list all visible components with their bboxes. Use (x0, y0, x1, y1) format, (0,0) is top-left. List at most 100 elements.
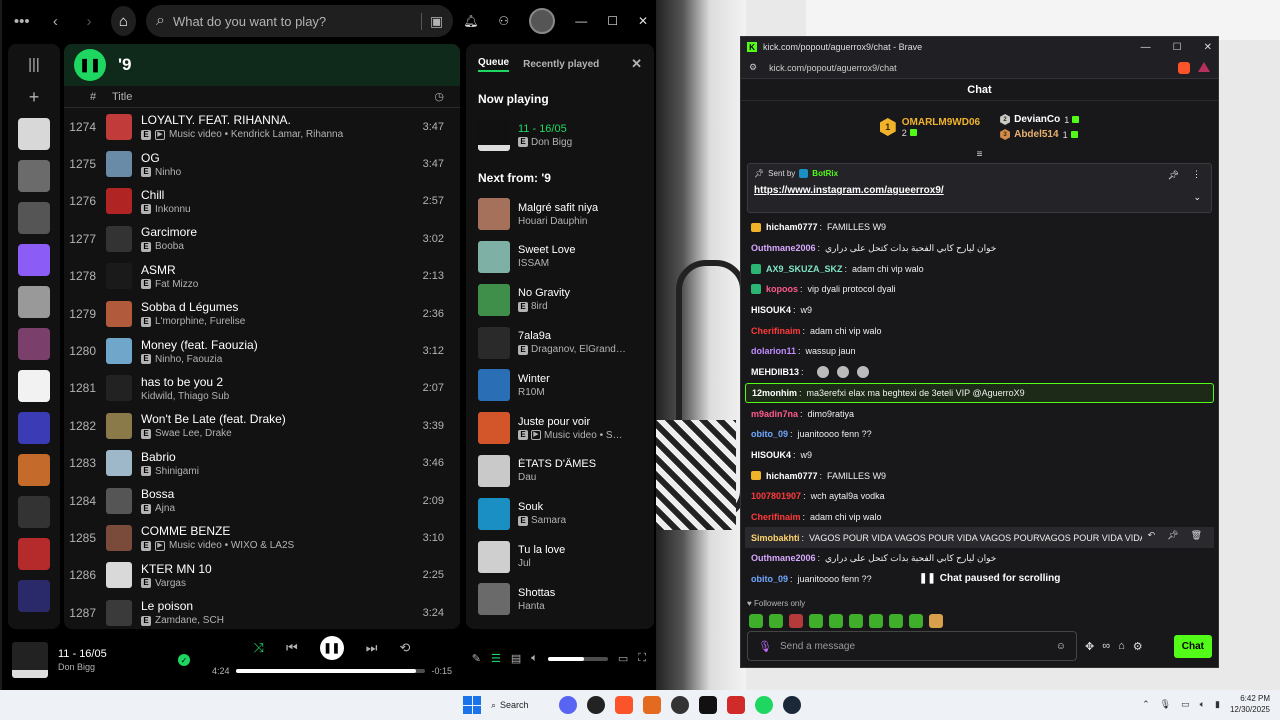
collapse-leaderboard-icon[interactable]: ≡ (741, 149, 1218, 161)
track-title[interactable]: LOYALTY. FEAT. RIHANNA. (141, 113, 404, 127)
tab-recently-played[interactable]: Recently played (523, 59, 599, 70)
reply-icon[interactable]: ↶ (1148, 530, 1156, 541)
chat-username[interactable]: kopoos (766, 284, 798, 294)
now-playing-item[interactable]: 11 - 16/05 E Don Bigg (478, 114, 642, 157)
track-artists[interactable]: Vargas (155, 578, 186, 589)
chat-message[interactable]: HISOUK4: w9 (751, 300, 1208, 321)
chat-message[interactable]: 1007801907: wch aytal9a vodka (751, 486, 1208, 507)
track-row[interactable]: 1282 Won't Be Late (feat. Drake) E Swae Lee… (64, 407, 460, 444)
home-icon[interactable]: ⌂ (110, 6, 136, 36)
player-album-art[interactable] (12, 642, 48, 678)
microphone-icon[interactable]: 🎙︎ (758, 640, 772, 653)
maximize-icon[interactable]: ☐ (607, 14, 618, 28)
track-row[interactable]: 1280 Money (feat. Faouzia) E Ninho, Faouzia… (64, 332, 460, 369)
pin-message-icon[interactable]: 📌︎ (1167, 530, 1178, 541)
emote-icon[interactable] (909, 614, 923, 628)
track-artists[interactable]: Shinigami (155, 466, 199, 477)
library-item[interactable] (18, 118, 50, 150)
app-icon[interactable] (643, 696, 661, 714)
library-icon[interactable]: ||| (8, 56, 60, 73)
chat-username[interactable]: MEHDIIB13 (751, 367, 799, 377)
capcut-icon[interactable] (699, 696, 717, 714)
track-row[interactable]: 1276 Chill E Inkonnu 2:57 (64, 183, 460, 220)
track-artists[interactable]: Swae Lee, Drake (155, 428, 232, 439)
send-chat-button[interactable]: Chat (1173, 634, 1212, 658)
maximize-icon[interactable]: ☐ (1173, 42, 1182, 53)
more-icon[interactable]: ••• (10, 7, 34, 35)
shuffle-icon[interactable]: ⤨ (254, 640, 264, 656)
chat-username[interactable]: 12monhim (752, 388, 797, 398)
progress-bar[interactable] (235, 669, 426, 673)
search-bar[interactable]: ⌕ ▣ (145, 5, 454, 37)
clock[interactable]: 6:42 PM 12/30/2025 (1230, 693, 1270, 715)
pinned-sender[interactable]: BotRix (812, 169, 838, 178)
browse-icon[interactable]: ▣ (420, 12, 443, 30)
queue-item[interactable]: Sweet Love ISSAM (478, 236, 642, 279)
track-artists[interactable]: Music video • Kendrick Lamar, Rihanna (169, 129, 343, 140)
queue-item[interactable]: Juste pour voir E ▶ Music video • S… (478, 407, 642, 450)
track-row[interactable]: 1274 LOYALTY. FEAT. RIHANNA. E ▶ Music video… (64, 108, 460, 145)
track-row[interactable]: 1277 Garcimore E Booba 3:02 (64, 220, 460, 257)
track-artists[interactable]: Kidwild, Thiago Sub (141, 391, 229, 402)
chat-message[interactable]: AX9_SKUZA_SKZ: adam chi vip walo (751, 258, 1208, 279)
microphone-icon[interactable]: 🎙︎ (1160, 699, 1171, 710)
brave-rewards-icon[interactable] (1198, 61, 1210, 72)
track-title[interactable]: OG (141, 151, 404, 165)
library-item[interactable] (18, 202, 50, 234)
delete-icon[interactable]: 🗑︎ (1191, 530, 1202, 541)
chat-message[interactable]: dolarion11: wassup jaun (751, 341, 1208, 362)
track-artists[interactable]: Booba (155, 241, 184, 252)
back-icon[interactable]: ‹ (44, 7, 68, 35)
leaderboard-first[interactable]: 1 OMARLM9WD06 2 (879, 117, 980, 138)
pinned-link[interactable]: https://www.instagram.com/agueerrox9/ (754, 185, 1205, 196)
library-item[interactable] (18, 286, 50, 318)
chat-username[interactable]: HISOUK4 (751, 305, 791, 315)
steam-icon[interactable] (783, 696, 801, 714)
friends-icon[interactable]: ⚇ (498, 14, 509, 28)
search-input[interactable] (172, 13, 413, 29)
emote-icon[interactable] (789, 614, 803, 628)
track-title[interactable]: Money (feat. Faouzia) (141, 338, 404, 352)
bell-icon[interactable]: 🔔︎ (463, 14, 478, 28)
emoji-icon[interactable]: ☺ (1056, 641, 1066, 652)
chat-username[interactable]: Cherifinaim (751, 326, 801, 336)
fullscreen-icon[interactable]: ⛶ (638, 652, 646, 665)
kicks-icon[interactable]: ✥ (1085, 640, 1094, 653)
chevron-up-icon[interactable]: ⌃ (1142, 699, 1150, 710)
chat-username[interactable]: 1007801907 (751, 491, 801, 501)
library-item[interactable] (18, 412, 50, 444)
chat-message[interactable]: m9adin7na: dimo9ratiya (751, 403, 1208, 424)
close-queue-icon[interactable]: ✕ (631, 56, 642, 72)
track-title[interactable]: Babrio (141, 450, 404, 464)
emote-icon[interactable] (749, 614, 763, 628)
emote-icon[interactable] (929, 614, 943, 628)
track-row[interactable]: 1286 KTER MN 10 E Vargas 2:25 (64, 557, 460, 594)
player-track-artist[interactable]: Don Bigg (58, 662, 178, 672)
chat-username[interactable]: AX9_SKUZA_SKZ (766, 264, 843, 274)
emote-icon[interactable] (849, 614, 863, 628)
emote-icon[interactable] (889, 614, 903, 628)
track-title[interactable]: Chill (141, 188, 404, 202)
emote-icon[interactable] (829, 614, 843, 628)
chat-message[interactable]: 12monhim: ma3erefxi elax ma beghtexi de 3… (745, 382, 1214, 404)
track-artists[interactable]: Ninho (155, 167, 181, 178)
chat-username[interactable]: HISOUK4 (751, 450, 791, 460)
chat-username[interactable]: obito_09 (751, 574, 788, 584)
library-item[interactable] (18, 580, 50, 612)
chat-username[interactable]: dolarion11 (751, 346, 796, 356)
queue-item[interactable]: Malgré safit niya Houari Dauphin (478, 193, 642, 236)
leaderboard-second[interactable]: 2 DevianCo 1 (1000, 114, 1080, 125)
network-icon[interactable]: ▭ (1181, 699, 1190, 710)
chat-message[interactable]: MEHDIIB13: (751, 362, 1208, 383)
library-item[interactable] (18, 244, 50, 276)
track-row[interactable]: 1285 COMME BENZE E ▶ Music video • WIXO & LA… (64, 519, 460, 556)
library-item[interactable] (18, 496, 50, 528)
track-artists[interactable]: Inkonnu (155, 204, 191, 215)
queue-icon[interactable]: ☰ (491, 652, 501, 665)
chat-message[interactable]: Cherifinaim: adam chi vip walo (751, 320, 1208, 341)
queue-item[interactable]: Souk E Samara (478, 492, 642, 535)
chat-message[interactable]: obito_09: juanitoooo fenn ?? (751, 424, 1208, 445)
queue-item[interactable]: Shottas Hanta (478, 578, 642, 621)
chat-message[interactable]: kopoos: vip dyali protocol dyali (751, 279, 1208, 300)
track-title[interactable]: Bossa (141, 487, 404, 501)
